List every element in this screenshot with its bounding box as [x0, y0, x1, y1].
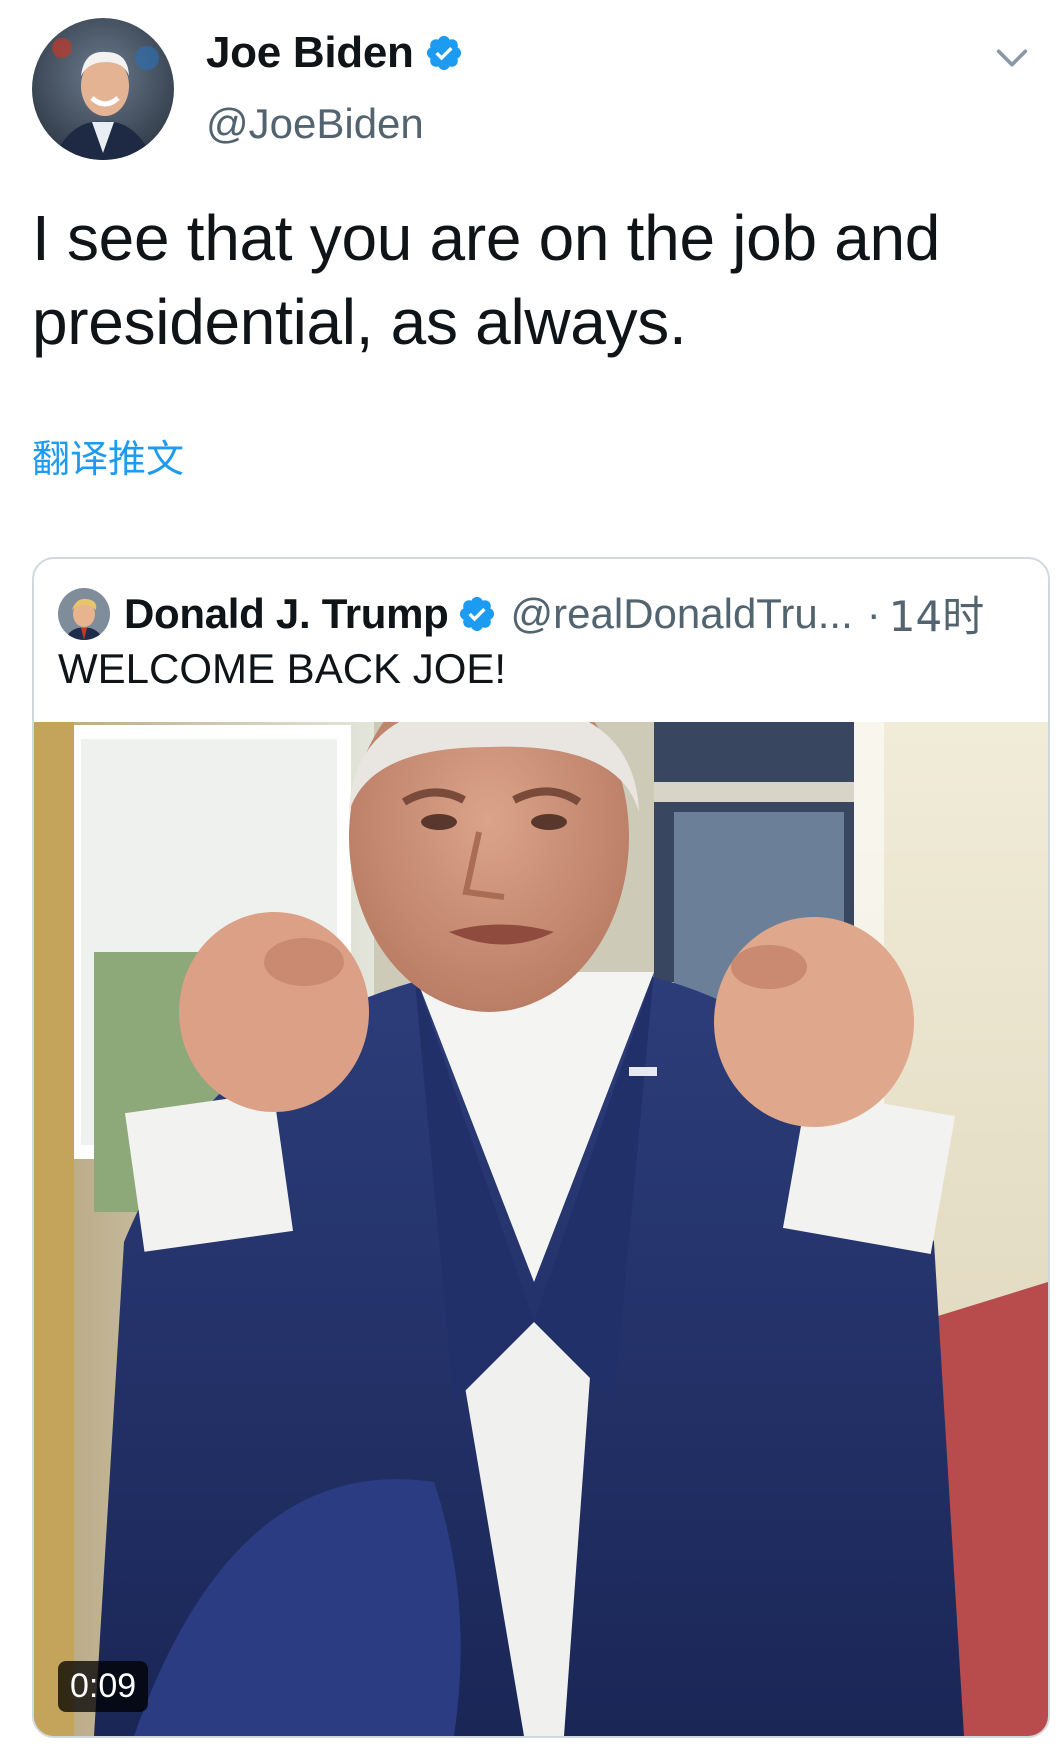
separator-dot: · [866, 589, 881, 637]
tweet: Joe Biden @JoeBiden I see that you are o… [0, 0, 1062, 1750]
quoted-author-name[interactable]: Donald J. Trump [124, 590, 449, 638]
quoted-tweet-header: Donald J. Trump @realDonaldTru... · 14时 [58, 583, 984, 644]
quoted-tweet-text: WELCOME BACK JOE! [58, 645, 507, 692]
chevron-down-icon[interactable] [992, 38, 1032, 78]
translate-tweet-link[interactable]: 翻译推文 [32, 428, 184, 483]
video-duration-badge: 0:09 [58, 1661, 149, 1712]
author-avatar[interactable] [32, 18, 174, 160]
quoted-author-handle[interactable]: @realDonaldTru... [511, 590, 853, 638]
quoted-tweet-video[interactable]: 0:09 [34, 722, 1048, 1736]
quoted-verified-badge-icon [457, 594, 497, 634]
verified-badge-icon [424, 33, 464, 73]
tweet-text: I see that you are on the job and presid… [32, 202, 941, 358]
quoted-tweet-time[interactable]: 14时 [889, 583, 984, 644]
author-name-row[interactable]: Joe Biden [206, 28, 464, 78]
quoted-author-avatar[interactable] [58, 587, 110, 640]
video-frame [34, 722, 1048, 1736]
author-handle[interactable]: @JoeBiden [206, 100, 424, 148]
quoted-tweet-card[interactable]: Donald J. Trump @realDonaldTru... · 14时 … [32, 557, 1050, 1738]
author-name[interactable]: Joe Biden [206, 28, 414, 78]
